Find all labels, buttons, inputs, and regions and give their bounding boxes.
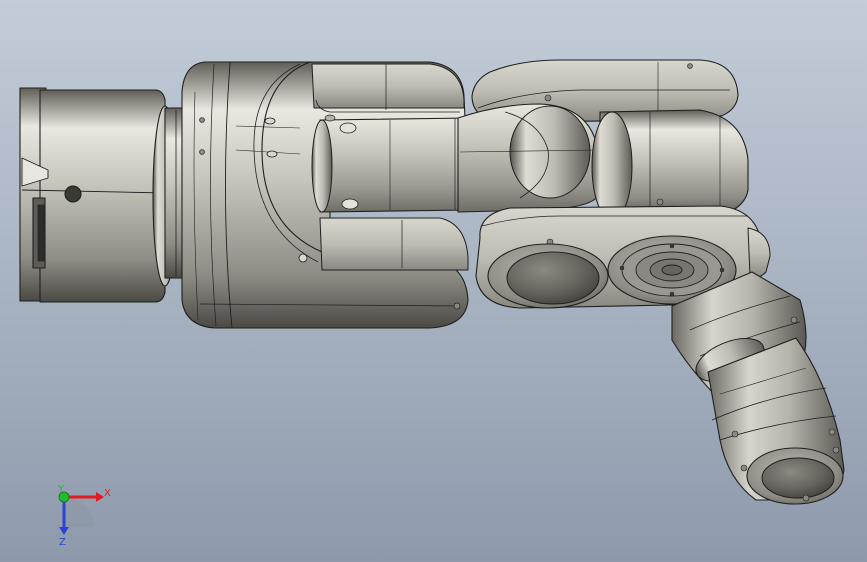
upper-arm-tube (319, 117, 471, 213)
upper-arm-link[interactable] (311, 114, 471, 213)
base-cylinder (39, 89, 166, 303)
base-housing[interactable] (19, 87, 188, 303)
elbow-joint-block[interactable] (457, 103, 599, 213)
base-hole (64, 185, 82, 203)
elbow-motor-housing[interactable] (591, 109, 749, 221)
cad-viewport[interactable]: X Y Z (0, 0, 867, 562)
y-axis-label: Y (57, 484, 65, 495)
shoulder-lower-lobe (319, 217, 469, 271)
shoulder-upper-lobe (311, 63, 465, 109)
x-axis-label: X (104, 488, 111, 499)
end-effector-cap (761, 457, 835, 499)
z-axis-label: Z (59, 537, 66, 548)
model-canvas[interactable]: X Y Z (0, 0, 867, 562)
